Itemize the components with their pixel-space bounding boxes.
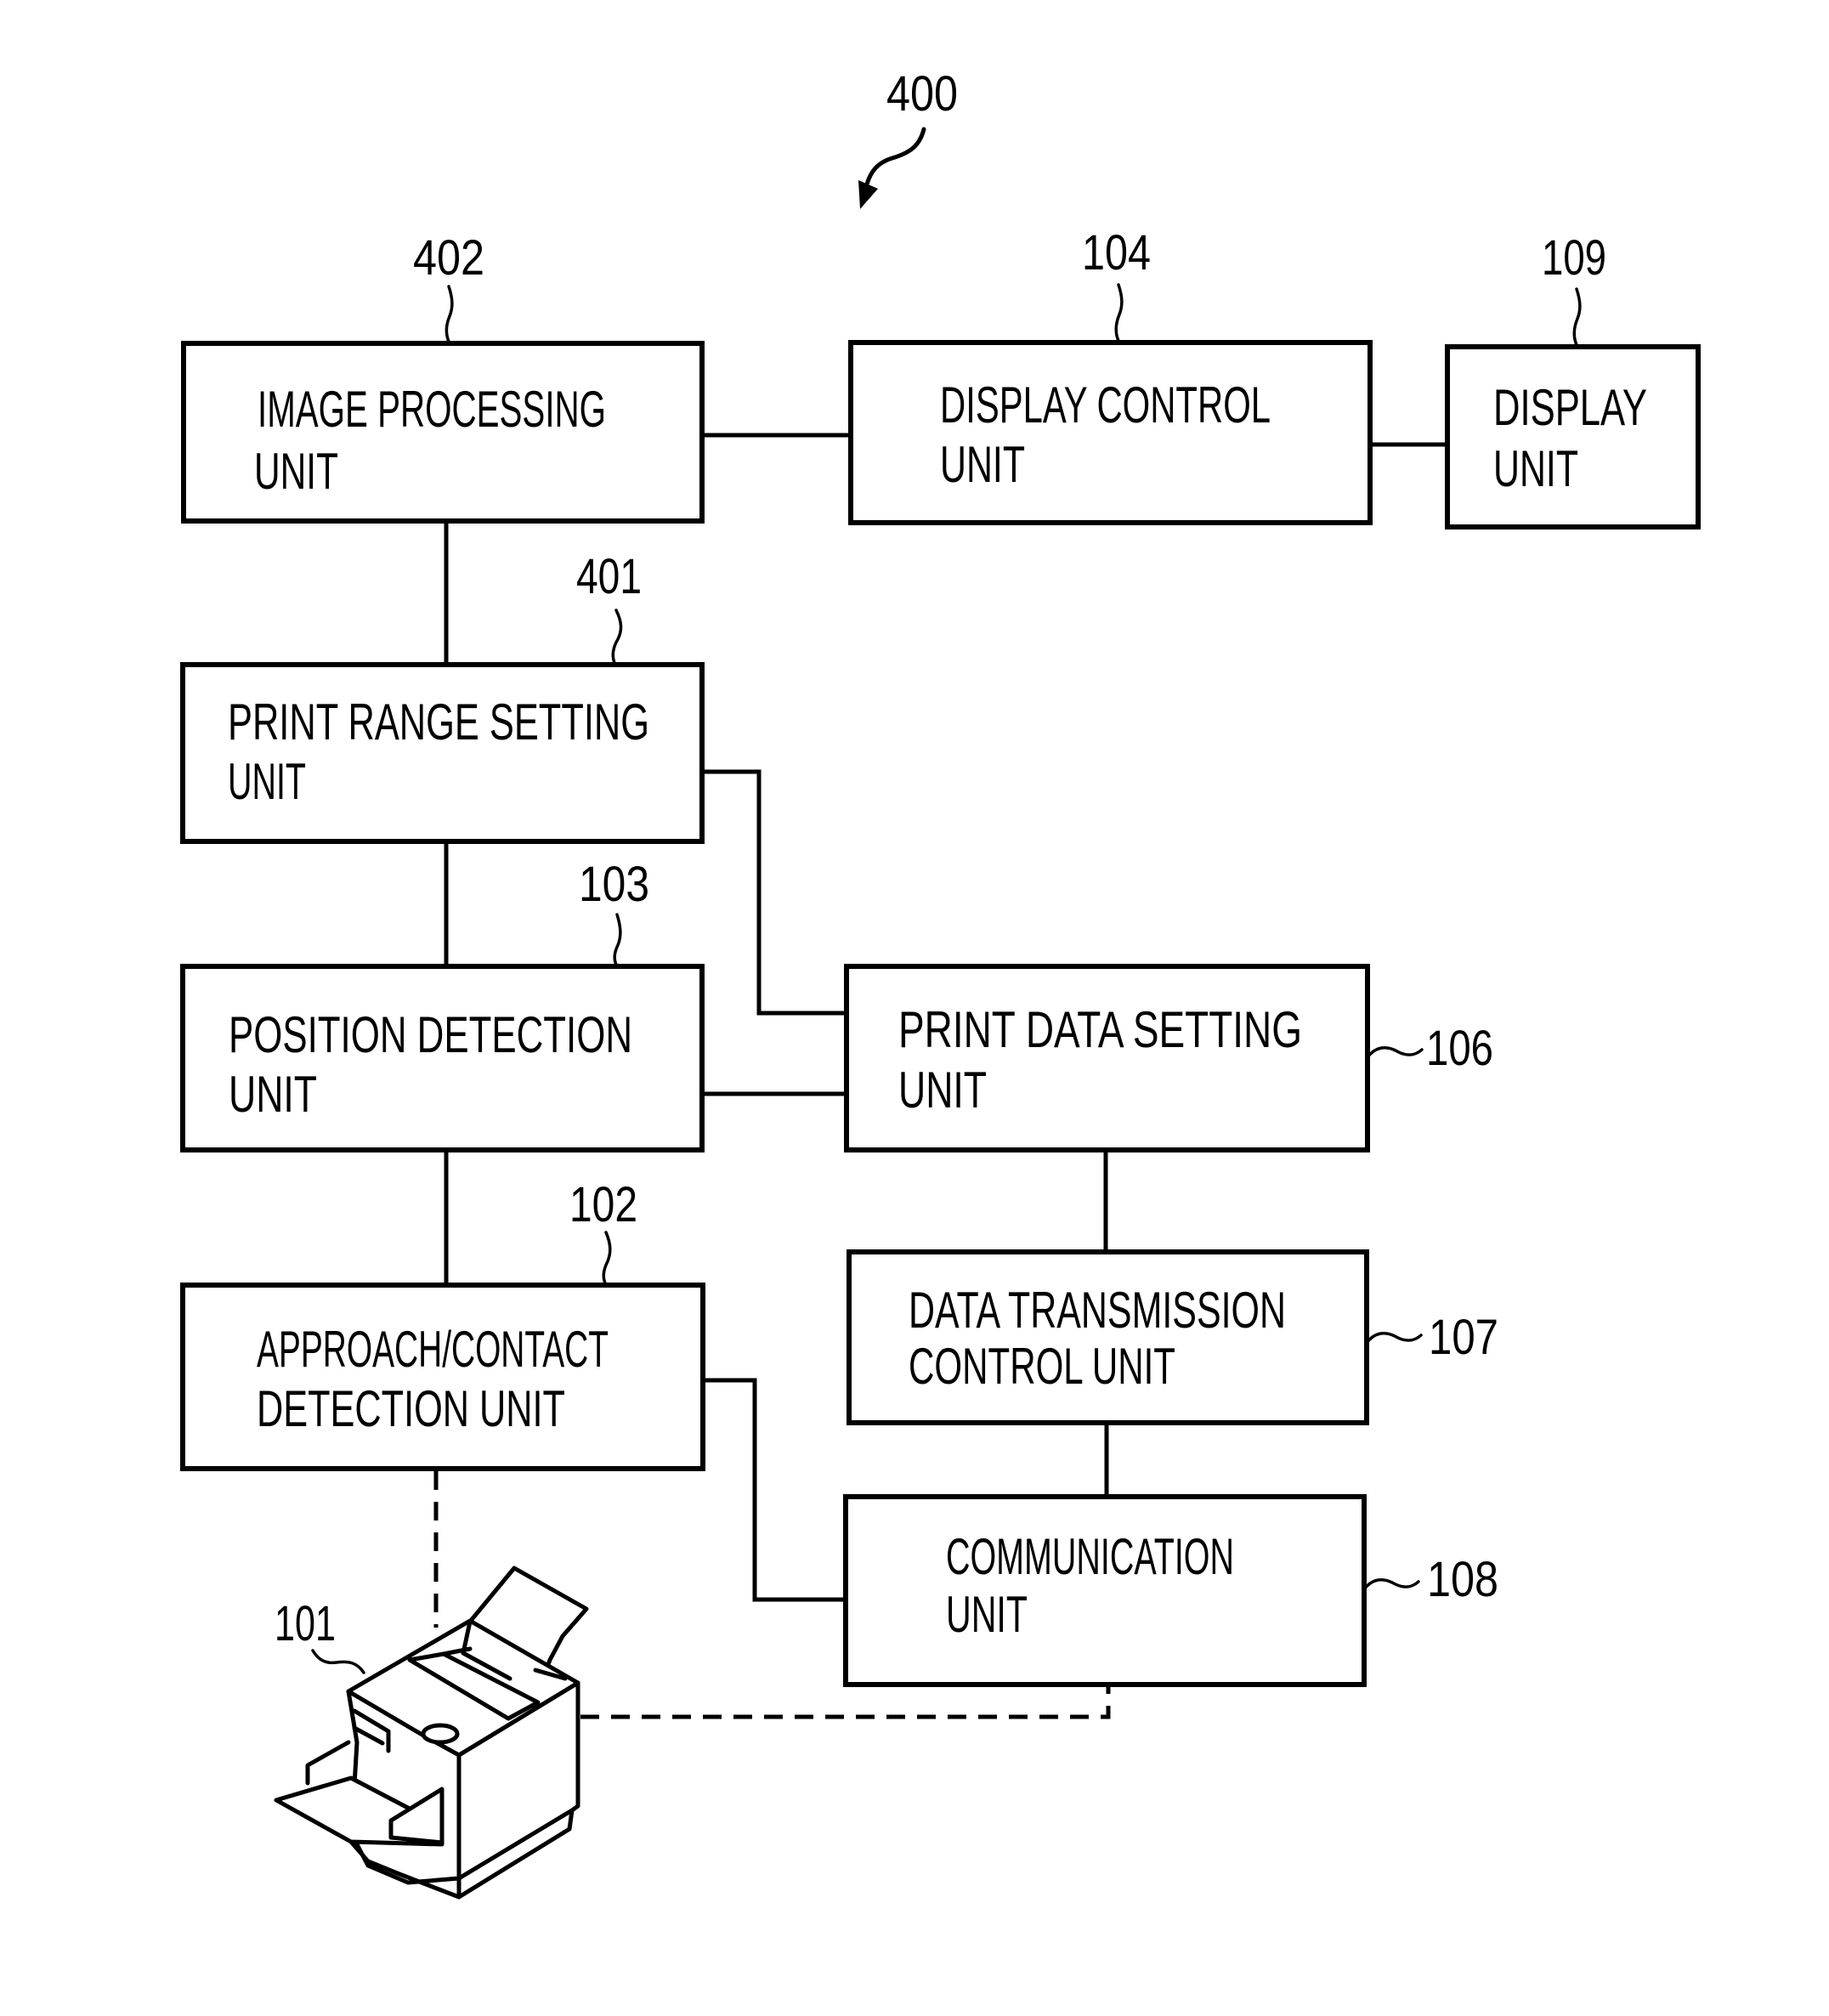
figure-reference-label: 400 bbox=[886, 66, 958, 122]
block-label-line-1: COMMUNICATION bbox=[946, 1528, 1234, 1585]
block-reference: 108 bbox=[1427, 1552, 1498, 1607]
leader-line bbox=[1366, 1045, 1424, 1059]
leader-line bbox=[1572, 287, 1582, 348]
block-display-unit[interactable]: DISPLAY UNIT 109 bbox=[1445, 230, 1701, 529]
block-frame bbox=[1445, 344, 1701, 529]
block-reference: 104 bbox=[1082, 225, 1151, 280]
block-image-processing-unit[interactable]: IMAGE PROCESSING UNIT 402 bbox=[181, 230, 705, 524]
figure-reference-arrow bbox=[863, 127, 926, 194]
block-label-line-1: DATA TRANSMISSION bbox=[909, 1282, 1286, 1339]
block-label-line-2: UNIT bbox=[946, 1586, 1028, 1643]
block-label-line-1: PRINT RANGE SETTING bbox=[228, 694, 649, 750]
block-frame bbox=[843, 1494, 1367, 1687]
leader-line bbox=[613, 913, 622, 968]
block-label-line-2: UNIT bbox=[228, 753, 306, 810]
block-label-line-2: UNIT bbox=[254, 443, 338, 500]
leader-line bbox=[311, 1649, 365, 1674]
block-reference: 103 bbox=[579, 857, 649, 912]
block-reference: 401 bbox=[576, 549, 642, 604]
block-label-line-1: POSITION DETECTION bbox=[229, 1006, 632, 1063]
figure-reference: 400 bbox=[858, 66, 958, 209]
block-reference: 107 bbox=[1429, 1310, 1498, 1365]
leader-line bbox=[1365, 1331, 1423, 1345]
block-position-detection-unit[interactable]: POSITION DETECTION UNIT 103 bbox=[180, 857, 705, 1152]
leader-line bbox=[1114, 283, 1124, 344]
block-label-line-1: DISPLAY bbox=[1493, 379, 1647, 436]
block-reference: 402 bbox=[413, 230, 484, 286]
dashed-printer-to-communication bbox=[580, 1687, 1111, 1719]
connector-approach-to-communication bbox=[703, 1378, 846, 1602]
leader-line bbox=[611, 609, 623, 666]
block-label-line-1: APPROACH/CONTACT bbox=[257, 1321, 609, 1378]
block-communication-unit[interactable]: COMMUNICATION UNIT 108 bbox=[843, 1494, 1498, 1687]
device-reference: 101 bbox=[275, 1596, 336, 1651]
block-reference: 102 bbox=[569, 1177, 637, 1232]
arrowhead-icon bbox=[858, 180, 878, 209]
printer-device[interactable]: 101 bbox=[274, 1566, 589, 1900]
block-label-line-1: DISPLAY CONTROL bbox=[940, 377, 1271, 433]
block-reference: 106 bbox=[1426, 1021, 1493, 1076]
block-label-line-2: UNIT bbox=[1493, 440, 1578, 497]
block-label-line-2: CONTROL UNIT bbox=[909, 1338, 1175, 1395]
block-label-line-2: UNIT bbox=[229, 1066, 317, 1123]
block-frame bbox=[844, 964, 1370, 1152]
block-approach-contact-detection-unit[interactable]: APPROACH/CONTACT DETECTION UNIT 102 bbox=[180, 1177, 705, 1471]
leader-line bbox=[445, 285, 454, 345]
block-data-transmission-control-unit[interactable]: DATA TRANSMISSION CONTROL UNIT 107 bbox=[847, 1249, 1498, 1425]
block-label-line-1: IMAGE PROCESSING bbox=[258, 381, 606, 438]
connector-print-range-to-print-data bbox=[702, 769, 847, 1016]
block-print-range-setting-unit[interactable]: PRINT RANGE SETTING UNIT 401 bbox=[180, 549, 705, 844]
block-label-line-1: PRINT DATA SETTING bbox=[898, 1001, 1302, 1058]
block-label-line-2: UNIT bbox=[940, 436, 1025, 493]
block-label-line-2: DETECTION UNIT bbox=[257, 1380, 565, 1437]
leader-line bbox=[602, 1231, 612, 1287]
block-label-line-2: UNIT bbox=[898, 1062, 987, 1118]
block-display-control-unit[interactable]: DISPLAY CONTROL UNIT 104 bbox=[848, 225, 1373, 525]
block-reference: 109 bbox=[1542, 230, 1606, 286]
block-diagram: 400 IMAGE PROCESSING UNIT 402 DISPLAY CO… bbox=[180, 66, 1701, 1900]
block-print-data-setting-unit[interactable]: PRINT DATA SETTING UNIT 106 bbox=[844, 964, 1493, 1152]
leader-line bbox=[1362, 1577, 1420, 1591]
